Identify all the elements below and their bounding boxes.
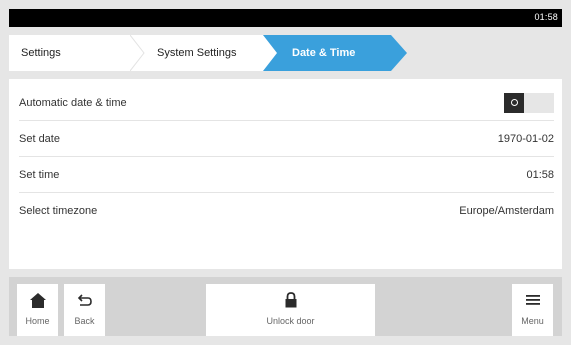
bottom-bar: Home Back Unlock door Menu xyxy=(9,277,562,336)
automatic-date-time-label: Automatic date & time xyxy=(19,96,127,109)
unlock-door-label: Unlock door xyxy=(266,316,315,326)
automatic-date-time-row[interactable]: Automatic date & time xyxy=(19,85,554,121)
menu-button[interactable]: Menu xyxy=(512,284,553,336)
home-icon xyxy=(29,292,46,308)
lock-icon xyxy=(284,292,298,308)
breadcrumb-label: Date & Time xyxy=(292,47,356,59)
menu-icon xyxy=(525,292,540,308)
back-button[interactable]: Back xyxy=(64,284,105,336)
automatic-date-time-toggle[interactable] xyxy=(504,92,554,113)
breadcrumb-system-settings[interactable]: System Settings xyxy=(130,35,280,71)
menu-label: Menu xyxy=(521,316,544,326)
back-label: Back xyxy=(74,316,95,326)
set-time-value: 01:58 xyxy=(526,168,554,181)
home-label: Home xyxy=(25,316,50,326)
status-clock: 01:58 xyxy=(534,12,558,22)
home-button[interactable]: Home xyxy=(17,284,58,336)
back-arrow-icon xyxy=(77,292,93,308)
toggle-knob xyxy=(504,92,524,113)
set-time-label: Set time xyxy=(19,168,60,181)
breadcrumb-label: Settings xyxy=(21,47,61,59)
select-timezone-value: Europe/Amsterdam xyxy=(459,205,554,217)
set-date-value: 1970-01-02 xyxy=(497,132,554,145)
breadcrumb-date-time[interactable]: Date & Time xyxy=(263,35,413,71)
breadcrumb: Settings System Settings Date & Time xyxy=(9,35,562,71)
unlock-door-button[interactable]: Unlock door xyxy=(206,284,375,336)
status-bar: 01:58 xyxy=(9,9,562,27)
select-timezone-row[interactable]: Select timezone Europe/Amsterdam xyxy=(19,193,554,229)
set-date-label: Set date xyxy=(19,132,60,145)
select-timezone-label: Select timezone xyxy=(19,205,98,217)
set-date-row[interactable]: Set date 1970-01-02 xyxy=(19,121,554,157)
breadcrumb-label: System Settings xyxy=(157,47,237,59)
set-time-row[interactable]: Set time 01:58 xyxy=(19,157,554,193)
settings-panel: Automatic date & time Set date 1970-01-0… xyxy=(9,79,562,269)
